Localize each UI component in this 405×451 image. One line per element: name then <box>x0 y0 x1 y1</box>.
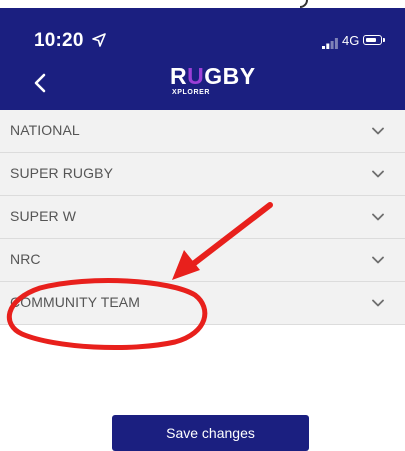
rugby-xplorer-logo: RUGBY XPLORER <box>170 63 256 104</box>
app-header: 10:20 4G RUGBY XPLORER <box>0 8 405 110</box>
status-time: 10:20 <box>34 30 84 51</box>
signal-bars-icon <box>322 38 338 49</box>
location-arrow-icon <box>92 33 106 47</box>
filter-row-super-rugby[interactable]: SUPER RUGBY <box>0 153 405 196</box>
filter-label: SUPER W <box>10 208 77 224</box>
chevron-down-icon[interactable] <box>371 124 385 138</box>
filter-label: SUPER RUGBY <box>10 165 114 181</box>
filter-row-nrc[interactable]: NRC <box>0 239 405 282</box>
filter-label: COMMUNITY TEAM <box>10 294 140 310</box>
save-changes-button[interactable]: Save changes <box>112 415 309 451</box>
filter-list: NATIONAL SUPER RUGBY SUPER W NRC COMMUNI… <box>0 110 405 325</box>
chevron-down-icon[interactable] <box>371 296 385 310</box>
filter-row-community-team[interactable]: COMMUNITY TEAM <box>0 282 405 325</box>
cropped-handwriting-mark <box>300 0 308 8</box>
filter-row-national[interactable]: NATIONAL <box>0 110 405 153</box>
logo-wordmark: RUGBY <box>170 63 256 89</box>
filter-label: NRC <box>10 251 41 267</box>
chevron-down-icon[interactable] <box>371 167 385 181</box>
filter-label: NATIONAL <box>10 122 80 138</box>
back-button[interactable] <box>28 70 54 96</box>
chevron-down-icon[interactable] <box>371 210 385 224</box>
logo-subtitle: XPLORER <box>172 89 211 96</box>
network-type: 4G <box>342 33 360 48</box>
chevron-left-icon <box>34 73 46 93</box>
top-strip <box>0 0 405 8</box>
chevron-down-icon[interactable] <box>371 253 385 267</box>
battery-icon <box>363 35 385 45</box>
filter-row-super-w[interactable]: SUPER W <box>0 196 405 239</box>
